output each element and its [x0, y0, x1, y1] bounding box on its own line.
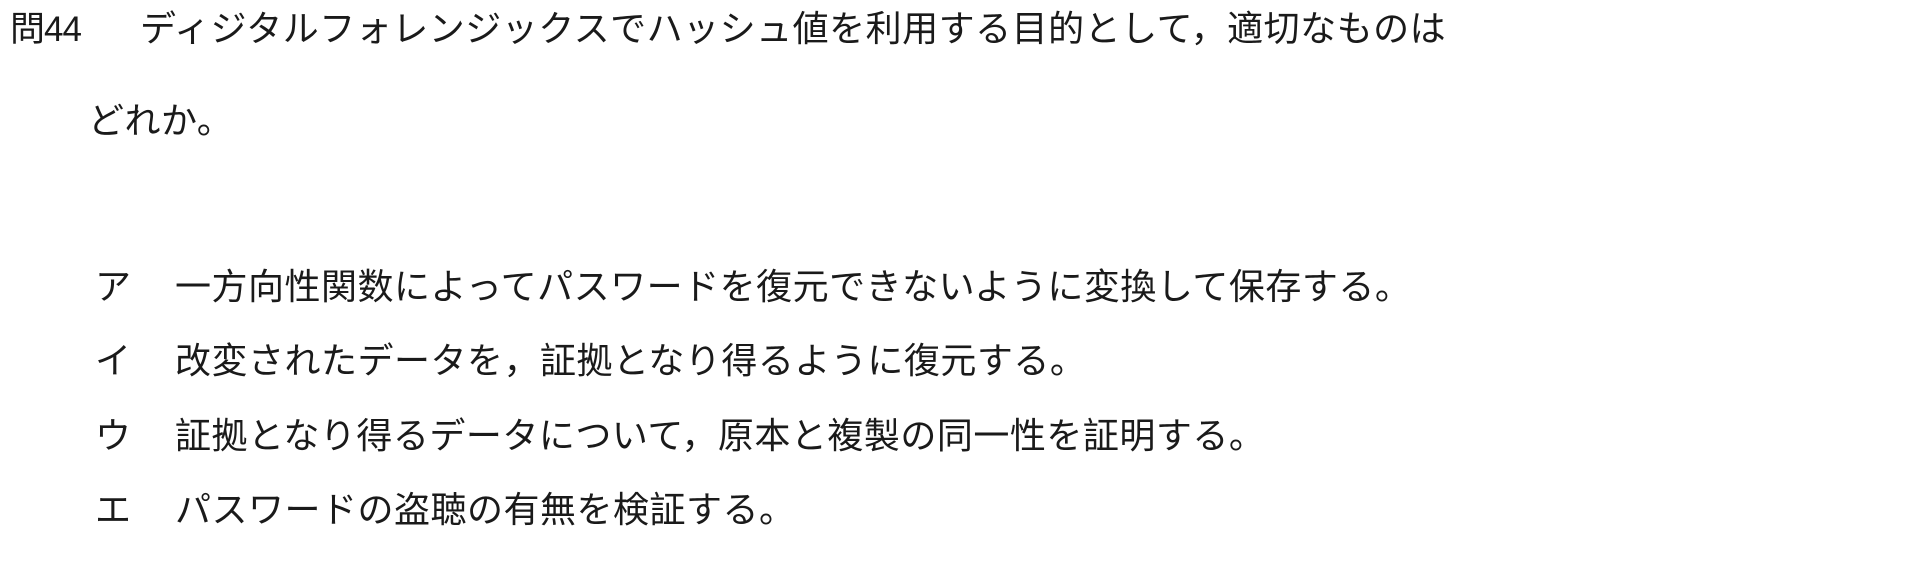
question-number: 問44	[10, 10, 82, 49]
question-text-line-2: どれか。	[88, 101, 234, 142]
choice-text: パスワードの盗聴の有無を検証する。	[175, 490, 796, 531]
choice-i: イ 改変されたデータを，証拠となり得るように復元する。	[95, 340, 1086, 384]
choice-u: ウ 証拠となり得るデータについて，原本と複製の同一性を証明する。	[95, 415, 1265, 459]
choice-text: 一方向性関数によってパスワードを復元できないように変換して保存する。	[175, 267, 1412, 308]
choice-e: エ パスワードの盗聴の有無を検証する。	[95, 489, 796, 533]
choice-label: ウ	[95, 416, 132, 457]
choice-text: 証拠となり得るデータについて，原本と複製の同一性を証明する。	[175, 416, 1266, 457]
exam-question-page: 問44 ディジタルフォレンジックスでハッシュ値を利用する目的として，適切なものは…	[0, 0, 1923, 575]
choice-text: 改変されたデータを，証拠となり得るように復元する。	[175, 341, 1087, 382]
choice-label: イ	[95, 341, 132, 382]
choice-label: ア	[95, 267, 132, 308]
choice-label: エ	[95, 490, 132, 531]
question-text-line-1: ディジタルフォレンジックスでハッシュ値を利用する目的として，適切なものは	[140, 9, 1447, 50]
choice-a: ア 一方向性関数によってパスワードを復元できないように変換して保存する。	[95, 266, 1411, 310]
